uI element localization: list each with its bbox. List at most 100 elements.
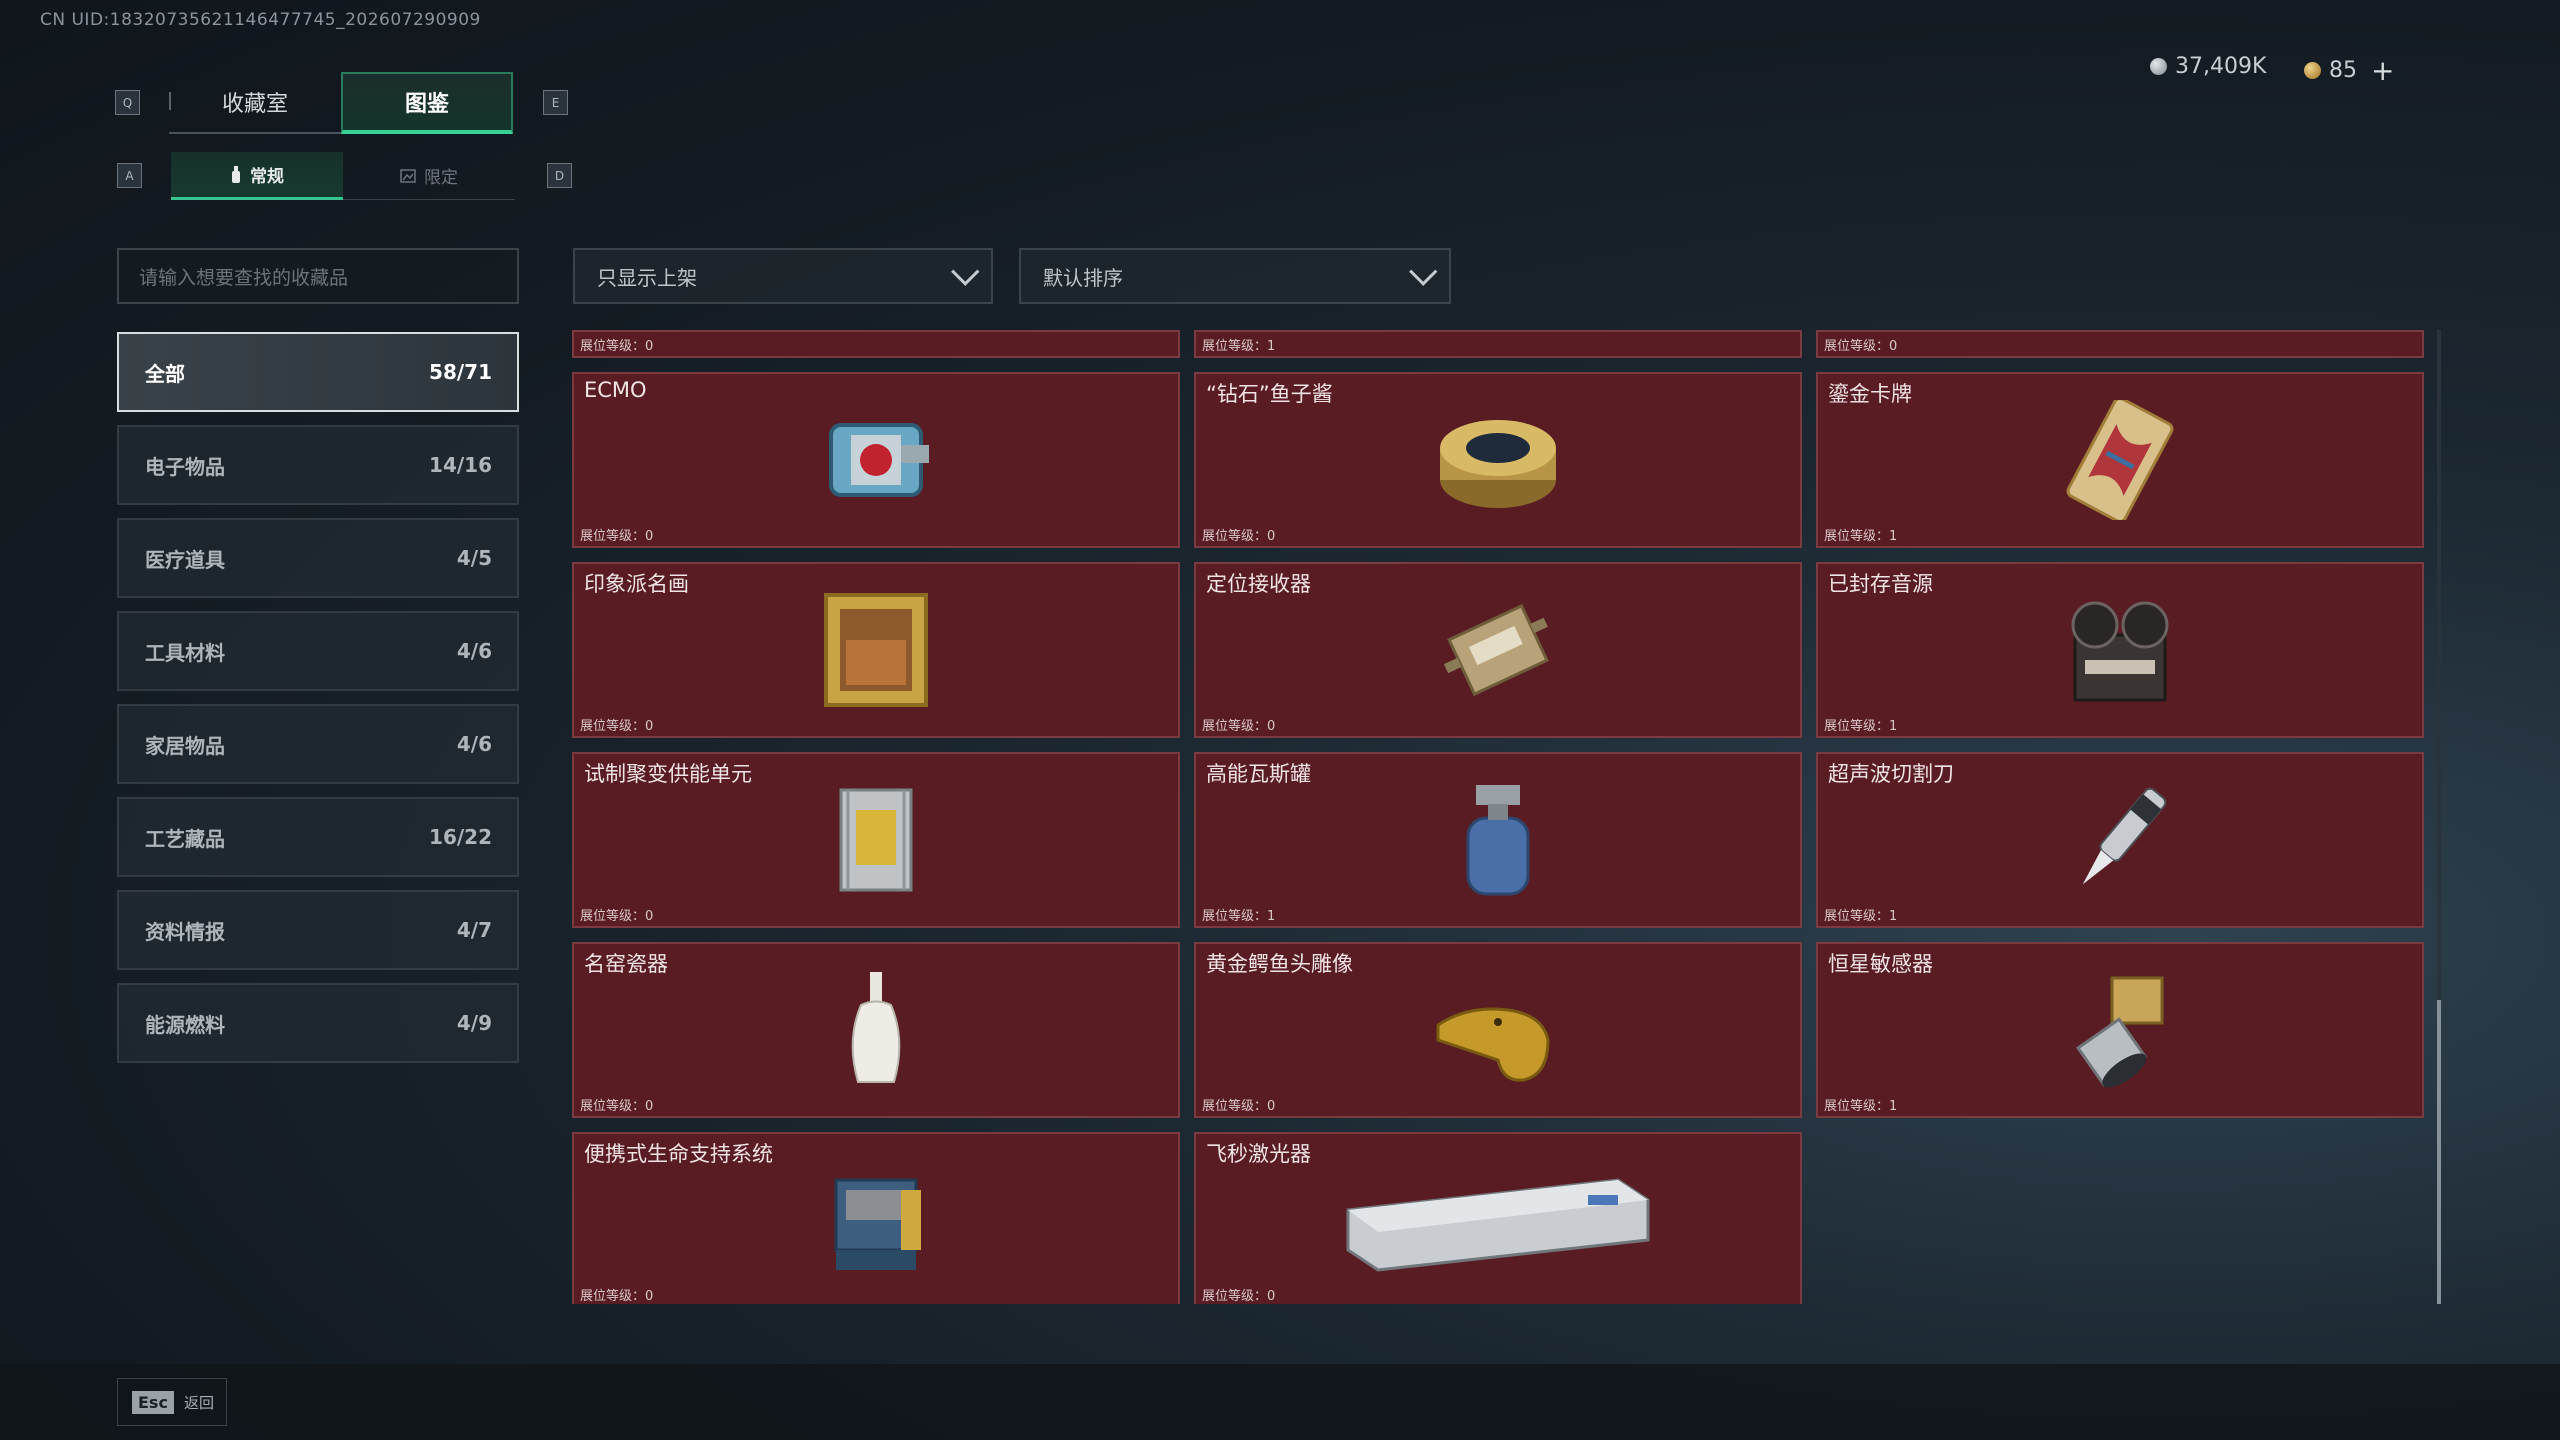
category-label: 工艺藏品 bbox=[145, 826, 225, 851]
ultrasonic-knife-icon bbox=[2045, 776, 2195, 904]
gas-canister-icon bbox=[1423, 776, 1573, 904]
bottom-bar bbox=[0, 1364, 2560, 1440]
category-count: 4/7 bbox=[456, 918, 492, 942]
key-hint-q: Q bbox=[115, 90, 140, 115]
tab-limited[interactable]: 限定 bbox=[343, 152, 515, 200]
positioning-receiver-icon bbox=[1423, 586, 1573, 714]
booth-level: 展位等级：0 bbox=[1824, 339, 1898, 354]
silver-coin-icon bbox=[2150, 58, 2167, 75]
star-sensor-icon bbox=[2045, 966, 2195, 1094]
item-name: 名窑瓷器 bbox=[584, 952, 668, 976]
silver-amount: 37,409K bbox=[2175, 54, 2267, 79]
category-count: 4/6 bbox=[456, 732, 492, 756]
collectible-card[interactable]: 便携式生命支持系统 展位等级：0 bbox=[572, 1132, 1180, 1304]
collectible-card[interactable]: 印象派名画 展位等级：0 bbox=[572, 562, 1180, 738]
silver-currency: 37,409K bbox=[2150, 54, 2266, 79]
display-filter-value: 只显示上架 bbox=[597, 265, 697, 290]
collectible-card[interactable]: 展位等级：0 bbox=[1816, 330, 2424, 358]
tab-collection-room[interactable]: 收藏室 bbox=[169, 72, 341, 134]
collectible-card[interactable]: 展位等级：0 bbox=[572, 330, 1180, 358]
item-name: 超声波切割刀 bbox=[1828, 762, 1954, 786]
booth-level: 展位等级：0 bbox=[1202, 529, 1276, 544]
category-item-all[interactable]: 全部 58/71 bbox=[117, 332, 519, 412]
scroll-thumb[interactable] bbox=[2437, 1000, 2441, 1304]
booth-level: 展位等级：0 bbox=[1202, 1289, 1276, 1304]
booth-level: 展位等级：0 bbox=[580, 1099, 654, 1114]
category-label: 医疗道具 bbox=[145, 547, 225, 572]
category-label: 全部 bbox=[145, 361, 185, 386]
key-hint-d: D bbox=[547, 163, 572, 188]
category-count: 14/16 bbox=[429, 453, 492, 477]
add-currency-button[interactable]: + bbox=[2371, 54, 2394, 87]
category-count: 4/6 bbox=[456, 639, 492, 663]
collectible-card[interactable]: 已封存音源 展位等级：1 bbox=[1816, 562, 2424, 738]
category-list: 全部 58/71 电子物品 14/16 医疗道具 4/5 工具材料 4/6 家居… bbox=[117, 332, 519, 1076]
search-input[interactable]: 请输入想要查找的收藏品 bbox=[117, 248, 519, 304]
item-name: 便携式生命支持系统 bbox=[584, 1142, 773, 1166]
item-name: 鎏金卡牌 bbox=[1828, 382, 1912, 406]
sort-dropdown[interactable]: 默认排序 bbox=[1019, 248, 1451, 304]
chevron-down-icon bbox=[951, 257, 980, 286]
display-filter-dropdown[interactable]: 只显示上架 bbox=[573, 248, 993, 304]
grid-scrollbar[interactable] bbox=[2437, 330, 2441, 1304]
item-name: “钻石”鱼子酱 bbox=[1206, 382, 1333, 406]
category-item-electronics[interactable]: 电子物品 14/16 bbox=[117, 425, 519, 505]
category-count: 58/71 bbox=[429, 360, 492, 384]
back-button[interactable]: Esc 返回 bbox=[117, 1378, 227, 1426]
item-name: 印象派名画 bbox=[584, 572, 689, 596]
category-item-tools[interactable]: 工具材料 4/6 bbox=[117, 611, 519, 691]
collectible-card[interactable]: 鎏金卡牌 展位等级：1 bbox=[1816, 372, 2424, 548]
item-name: 试制聚变供能单元 bbox=[584, 762, 752, 786]
booth-level: 展位等级：0 bbox=[580, 1289, 654, 1304]
category-item-medical[interactable]: 医疗道具 4/5 bbox=[117, 518, 519, 598]
life-support-icon bbox=[801, 1156, 951, 1284]
tab-regular[interactable]: 常规 bbox=[171, 152, 343, 200]
sub-tabs: 常规 限定 bbox=[171, 152, 515, 200]
category-label: 家居物品 bbox=[145, 733, 225, 758]
booth-level: 展位等级：1 bbox=[1824, 909, 1898, 924]
category-label: 能源燃料 bbox=[145, 1012, 225, 1037]
category-item-crafts[interactable]: 工艺藏品 16/22 bbox=[117, 797, 519, 877]
booth-level: 展位等级：1 bbox=[1824, 529, 1898, 544]
category-item-intel[interactable]: 资料情报 4/7 bbox=[117, 890, 519, 970]
collectible-card[interactable]: 高能瓦斯罐 展位等级：1 bbox=[1194, 752, 1802, 928]
collectible-card[interactable]: 恒星敏感器 展位等级：1 bbox=[1816, 942, 2424, 1118]
booth-level: 展位等级：0 bbox=[580, 909, 654, 924]
category-label: 电子物品 bbox=[145, 454, 225, 479]
tab-catalog[interactable]: 图鉴 bbox=[341, 72, 513, 134]
collectible-card[interactable]: 名窑瓷器 展位等级：0 bbox=[572, 942, 1180, 1118]
gold-coin-icon bbox=[2304, 62, 2321, 79]
collectible-card[interactable]: 展位等级：1 bbox=[1194, 330, 1802, 358]
main-tabs: 收藏室 图鉴 bbox=[169, 72, 513, 134]
collectible-card[interactable]: 超声波切割刀 展位等级：1 bbox=[1816, 752, 2424, 928]
reel-recorder-icon bbox=[2045, 586, 2195, 714]
booth-level: 展位等级：1 bbox=[1824, 719, 1898, 734]
collectible-card[interactable]: “钻石”鱼子酱 展位等级：0 bbox=[1194, 372, 1802, 548]
collectible-card[interactable]: 飞秒激光器 展位等级：0 bbox=[1194, 1132, 1802, 1304]
item-name: 飞秒激光器 bbox=[1206, 1142, 1311, 1166]
golden-crocodile-icon bbox=[1423, 966, 1573, 1094]
collectible-card[interactable]: ECMO 展位等级：0 bbox=[572, 372, 1180, 548]
category-item-energy[interactable]: 能源燃料 4/9 bbox=[117, 983, 519, 1063]
key-hint-e: E bbox=[543, 90, 568, 115]
porcelain-vase-icon bbox=[801, 966, 951, 1094]
category-count: 16/22 bbox=[429, 825, 492, 849]
caviar-tin-icon bbox=[1423, 396, 1573, 524]
booth-level: 展位等级：0 bbox=[580, 339, 654, 354]
booth-level: 展位等级：0 bbox=[580, 719, 654, 734]
chevron-down-icon bbox=[1409, 257, 1438, 286]
category-label: 工具材料 bbox=[145, 640, 225, 665]
framed-painting-icon bbox=[801, 586, 951, 714]
booth-level: 展位等级：1 bbox=[1202, 909, 1276, 924]
item-name: 黄金鳄鱼头雕像 bbox=[1206, 952, 1353, 976]
key-hint-a: A bbox=[117, 163, 142, 188]
back-label: 返回 bbox=[183, 1393, 214, 1412]
booth-level: 展位等级：0 bbox=[580, 529, 654, 544]
collectible-card[interactable]: 黄金鳄鱼头雕像 展位等级：0 bbox=[1194, 942, 1802, 1118]
category-count: 4/9 bbox=[456, 1011, 492, 1035]
category-item-household[interactable]: 家居物品 4/6 bbox=[117, 704, 519, 784]
ecmo-machine-icon bbox=[801, 396, 951, 524]
item-name: ECMO bbox=[584, 378, 647, 402]
collectible-card[interactable]: 试制聚变供能单元 展位等级：0 bbox=[572, 752, 1180, 928]
collectible-card[interactable]: 定位接收器 展位等级：0 bbox=[1194, 562, 1802, 738]
